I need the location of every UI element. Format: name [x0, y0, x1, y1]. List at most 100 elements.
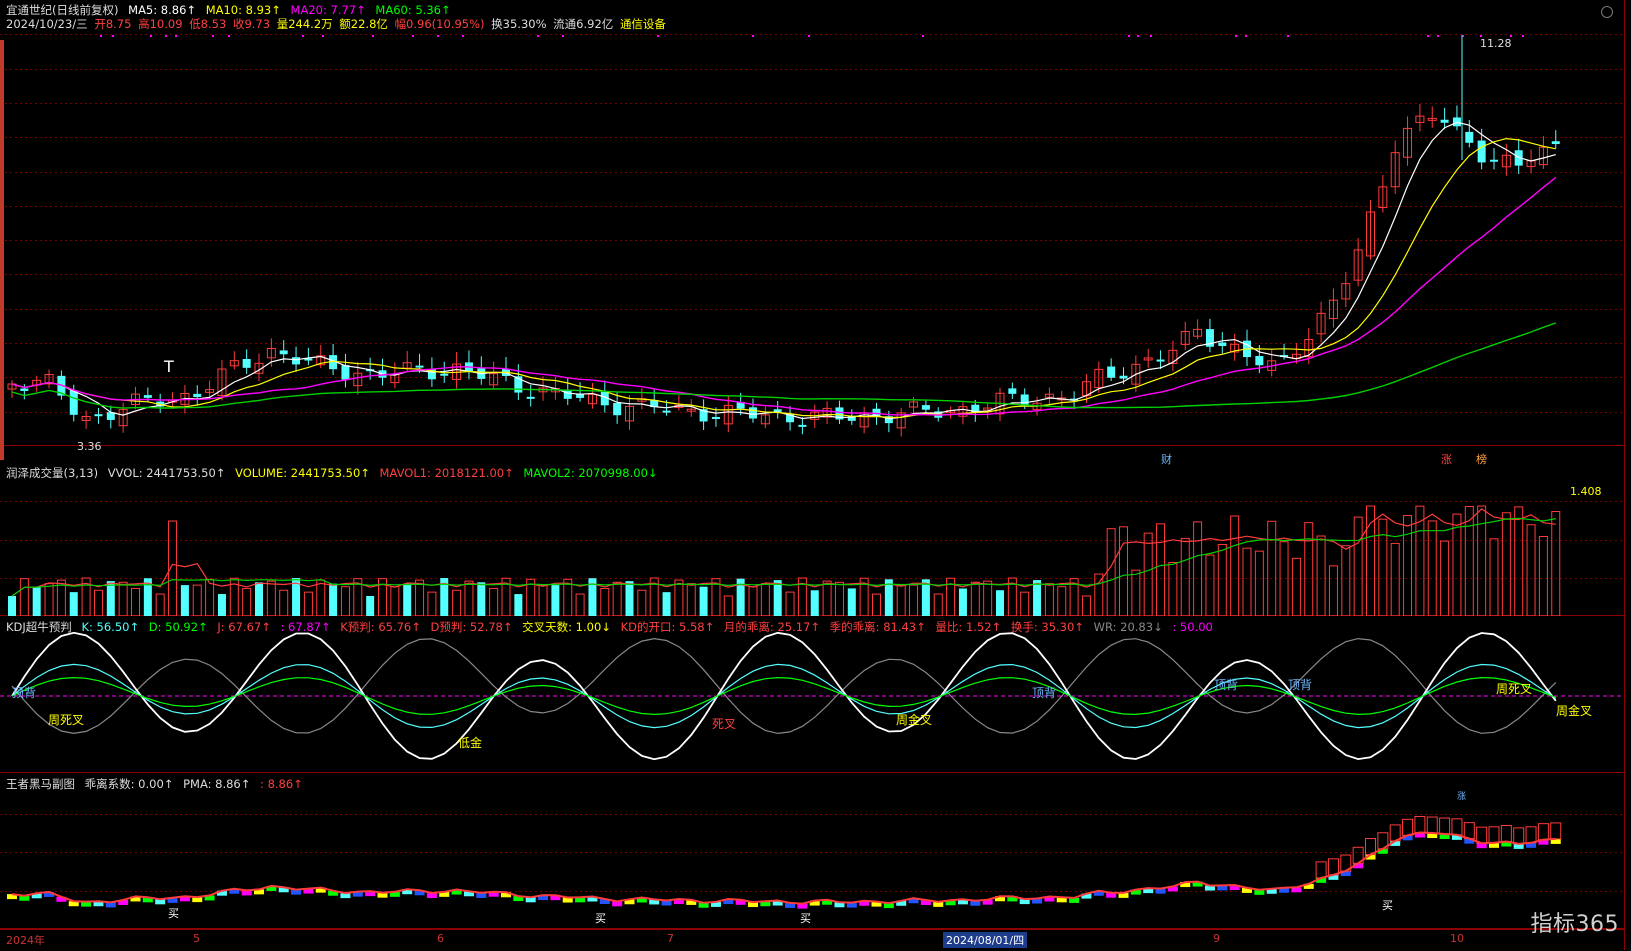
candle-down [193, 393, 202, 398]
volume-bar-up [1403, 515, 1413, 616]
volume-bar-up [1057, 586, 1067, 616]
candle-down [20, 388, 29, 391]
volume-bar-up [1538, 535, 1548, 616]
event-dot [922, 35, 924, 37]
volume-bar-up [600, 587, 610, 616]
volume-bar-down [329, 583, 338, 616]
volume-header: 润泽成交量(3,13) VVOL: 2441753.50↑ VOLUME: 24… [6, 466, 664, 480]
volume-bar-up [427, 591, 437, 616]
candle-down [279, 350, 288, 355]
quote-open: 开8.75 [94, 17, 132, 31]
volume-bar-down [32, 586, 41, 616]
left-toolbar-strip[interactable] [0, 40, 4, 460]
stock-title: 宜通世纪(日线前复权) [6, 3, 119, 17]
quote-sector: 通信设备 [619, 17, 666, 31]
heima-box [1488, 826, 1500, 844]
heima-pane[interactable]: 王者黑马副图 乖离系数: 0.00↑ PMA: 8.86↑ : 8.86↑ 买 … [0, 775, 1624, 929]
volume-bar-up [415, 579, 425, 616]
quote-date: 2024/10/23/三 [6, 17, 88, 31]
volume-bar-up [44, 583, 54, 616]
volume-bar-up [748, 586, 758, 616]
heima-chart[interactable] [0, 775, 1624, 929]
kdj-cross-days: 交叉天数: 1.00↓ [522, 620, 611, 634]
volume-bar-down [366, 595, 375, 616]
volume-bar-up [303, 591, 313, 616]
volume-bar-up [1217, 543, 1227, 616]
candle-down [1465, 131, 1474, 143]
volume-bar-up [242, 587, 252, 616]
heima-box [1439, 817, 1451, 835]
heima-indicator-name[interactable]: 王者黑马副图 [6, 777, 75, 791]
heima-box [1327, 858, 1339, 876]
candle-down [1477, 140, 1486, 163]
volume-bar-up [760, 583, 770, 616]
volume-value: VOLUME: 2441753.50↑ [235, 466, 370, 480]
kdj-label-1: 顶背 [12, 686, 37, 700]
event-dot [212, 35, 214, 37]
volume-bar-up [192, 584, 202, 616]
volume-chart[interactable] [0, 463, 1624, 616]
candle-down [1107, 366, 1116, 378]
volume-bar-down [625, 581, 634, 616]
heima-coef: 乖离系数: 0.00↑ [84, 777, 174, 791]
volume-bar-up [279, 589, 289, 616]
volume-bar-down [699, 586, 708, 616]
volume-bar-up [834, 581, 844, 616]
quote-float: 流通6.92亿 [553, 17, 614, 31]
axis-month-9: 9 [1213, 932, 1220, 945]
event-dot [462, 35, 464, 37]
kdj-indicator-name[interactable]: KDJ超牛预判 [6, 620, 72, 634]
kdj-turnover: 换手: 35.30↑ [1010, 620, 1084, 634]
event-dot [1522, 35, 1524, 37]
time-axis[interactable]: 2024年 5 6 7 2024/08/01/四 9 10 [0, 929, 1631, 951]
candle-down [711, 416, 720, 419]
kdj-k-predict: K预判: 65.76↑ [340, 620, 421, 634]
kdj-label-4: 死叉 [712, 717, 737, 731]
candle-down [1490, 159, 1498, 162]
buy-label-4: 买 [1382, 899, 1393, 912]
heima-box [1414, 816, 1426, 834]
event-dot [1128, 35, 1130, 37]
mavol1-value: MAVOL1: 2018121.00↑ [379, 466, 514, 480]
kdj-k: K: 56.50↑ [81, 620, 140, 634]
candle-down [1218, 342, 1227, 346]
volume-bar-up [1291, 557, 1301, 616]
event-dot [1235, 35, 1237, 37]
volume-pane[interactable]: 润泽成交量(3,13) VVOL: 2441753.50↑ VOLUME: 24… [0, 463, 1624, 616]
kdj-j2: : 67.87↑ [280, 620, 331, 634]
volume-bar-up [822, 580, 832, 616]
kdj-d: D: 50.92↑ [148, 620, 208, 634]
heima-box [1537, 823, 1549, 841]
settings-circle-icon[interactable] [1601, 6, 1613, 18]
volume-bar-up [266, 580, 276, 616]
volume-bar-up [1156, 523, 1166, 616]
price-pane[interactable]: 宜通世纪(日线前复权) MA5: 8.86↑ MA10: 8.93↑ MA20:… [0, 0, 1630, 466]
volume-bar-down [1033, 580, 1042, 616]
kdj-pane[interactable]: KDJ超牛预判 K: 56.50↑ D: 50.92↑ J: 67.67↑ : … [0, 618, 1624, 773]
candle-down [292, 357, 301, 365]
mavol2-value: MAVOL2: 2070998.00↓ [523, 466, 658, 480]
axis-month-10: 10 [1450, 932, 1464, 945]
event-dot [1427, 35, 1429, 37]
ma60-value: MA60: 5.36↑ [375, 3, 451, 17]
volume-bar-up [1353, 516, 1363, 616]
kdj-chart[interactable] [0, 618, 1624, 773]
heima-box [1463, 822, 1475, 840]
candle-down [1440, 119, 1449, 123]
volume-bar-down [8, 596, 16, 616]
volume-indicator-name[interactable]: 润泽成交量(3,13) [6, 466, 98, 480]
candle-down [242, 358, 251, 368]
ma20-line [11, 176, 1557, 416]
volume-bar-up [1551, 511, 1561, 616]
candlestick-chart[interactable] [0, 0, 1624, 446]
event-dot [175, 35, 177, 37]
volume-bar-down [514, 594, 523, 616]
volume-bar-up [612, 581, 622, 616]
volume-bar-down [996, 590, 1004, 616]
kdj-label-7: 顶背 [1214, 678, 1239, 692]
volume-bar-up [1341, 545, 1351, 616]
kdj-header: KDJ超牛预判 K: 56.50↑ D: 50.92↑ J: 67.67↑ : … [6, 620, 1219, 634]
event-dot [752, 35, 754, 37]
event-dot [537, 35, 539, 37]
axis-selected-date[interactable]: 2024/08/01/四 [943, 932, 1028, 948]
